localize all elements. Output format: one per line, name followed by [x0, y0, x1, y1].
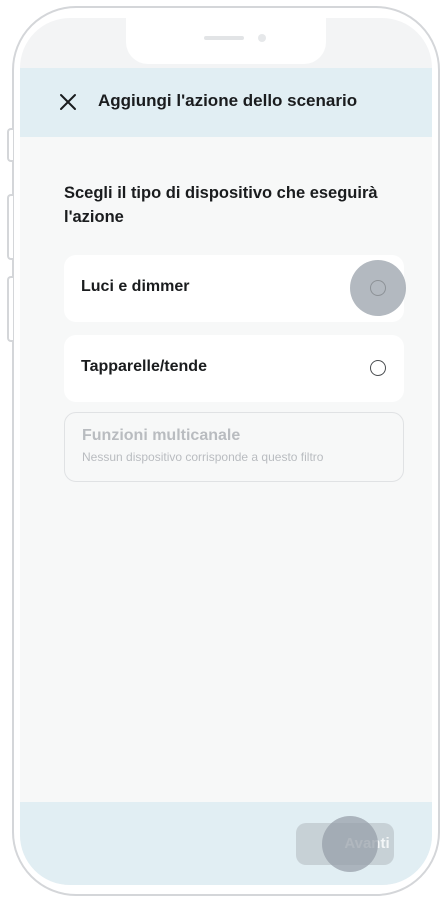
option-label: Luci e dimmer [81, 278, 190, 295]
option-label: Tapparelle/tende [81, 358, 207, 375]
option-subtitle: Nessun dispositivo corrisponde a questo … [82, 450, 324, 464]
speaker-grille [204, 36, 244, 40]
option-shutters-curtains[interactable]: Tapparelle/tende [64, 335, 404, 402]
radio-button[interactable] [370, 280, 386, 296]
mute-switch [7, 128, 13, 162]
app-footer: Avanti [20, 802, 432, 885]
volume-up-button [7, 194, 13, 260]
option-label: Funzioni multicanale [82, 427, 241, 444]
app-header: Aggiungi l'azione dello scenario [20, 68, 432, 137]
question-text: Scegli il tipo di dispositivo che esegui… [64, 184, 378, 226]
volume-down-button [7, 276, 13, 342]
main-content: Scegli il tipo di dispositivo che esegui… [20, 137, 432, 802]
notch [126, 18, 326, 64]
touch-indicator [322, 816, 378, 872]
phone-screen: Aggiungi l'azione dello scenario Scegli … [20, 18, 432, 885]
option-lights-dimmers[interactable]: Luci e dimmer [64, 255, 406, 322]
option-multichannel-disabled: Funzioni multicanale Nessun dispositivo … [64, 412, 404, 482]
front-camera [258, 34, 266, 42]
close-icon [60, 94, 76, 110]
screen: Aggiungi l'azione dello scenario Scegli … [0, 0, 446, 901]
page-title: Aggiungi l'azione dello scenario [98, 91, 358, 110]
radio-button[interactable] [370, 360, 386, 376]
close-button[interactable] [56, 90, 80, 114]
